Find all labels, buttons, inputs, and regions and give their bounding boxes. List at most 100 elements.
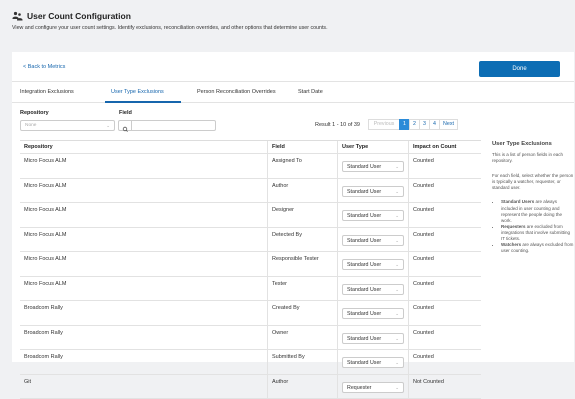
user-type-select[interactable]: Standard User ⌄ [342, 186, 404, 197]
impact-cell: Counted [408, 301, 481, 325]
impact-cell: Counted [408, 179, 481, 203]
repository-select[interactable]: None ⌄ [20, 120, 115, 131]
user-type-value: Standard User [347, 287, 381, 293]
pagination: Previous 1 2 3 4 Next [369, 119, 458, 130]
user-type-cell: Standard User ⌄ [337, 326, 408, 350]
impact-cell: Counted [408, 228, 481, 252]
field-cell: Owner [267, 326, 337, 350]
tab-user-type-exclusions[interactable]: User Type Exclusions [111, 89, 164, 95]
chevron-down-icon: ⌄ [395, 311, 399, 317]
chevron-down-icon: ⌄ [395, 385, 399, 391]
user-type-cell: Standard User ⌄ [337, 154, 408, 178]
table-row: Micro Focus ALMAuthor Standard User ⌄ Count… [20, 179, 481, 204]
page-subtitle: View and configure your user count setti… [12, 25, 328, 31]
table-row: Micro Focus ALMTester Standard User⌄ Count… [20, 277, 481, 302]
repository-cell: Micro Focus ALM [20, 252, 267, 276]
repository-cell: Micro Focus ALM [20, 179, 267, 203]
chevron-down-icon: ⌄ [395, 189, 399, 195]
user-type-cell: Requester⌄ [337, 375, 408, 399]
chevron-down-icon: ⌄ [395, 238, 399, 244]
user-type-cell: Standard User⌄ [337, 277, 408, 301]
field-search-input[interactable] [118, 120, 216, 131]
field-cell: Detected By [267, 228, 337, 252]
repository-cell: Micro Focus ALM [20, 228, 267, 252]
help-instruction: For each field, select whether the perso… [492, 173, 574, 192]
help-bullet: Requesters are excluded from integration… [501, 224, 574, 242]
result-summary: Result 1 - 10 of 39 [315, 122, 360, 128]
user-type-cell: Standard User ⌄ [337, 179, 408, 203]
user-type-value: Standard User [347, 213, 381, 219]
help-bullet: Standard Users are always included in us… [501, 199, 574, 223]
chevron-down-icon: ⌄ [395, 336, 399, 342]
tab-person-reconciliation-overrides[interactable]: Person Reconciliation Overrides [197, 89, 276, 95]
repository-cell: Micro Focus ALM [20, 203, 267, 227]
user-type-select[interactable]: Standard User ⌄ [342, 357, 404, 368]
chevron-down-icon: ⌄ [395, 213, 399, 219]
field-label: Field [119, 110, 132, 116]
page-title: User Count Configuration [27, 11, 131, 21]
pager-next[interactable]: Next [439, 119, 458, 130]
table-row: Broadcom RallyOwnerStandard User⌄Counted [20, 326, 481, 351]
page-header: User Count Configuration View and config… [0, 0, 575, 44]
title-row: User Count Configuration [12, 11, 131, 21]
table-row: Micro Focus ALMDetected By Standard User ⌄… [20, 228, 481, 253]
chevron-down-icon: ⌄ [395, 164, 399, 170]
done-button[interactable]: Done [479, 61, 560, 77]
column-header: Repository [20, 141, 267, 153]
back-to-metrics-link[interactable]: < Back to Metrics [23, 64, 65, 70]
impact-cell: Counted [408, 277, 481, 301]
chevron-down-icon: ⌄ [106, 123, 110, 129]
user-type-select[interactable]: Standard User⌄ [342, 284, 404, 295]
search-icon-box [119, 121, 132, 130]
tab-start-date[interactable]: Start Date [298, 89, 323, 95]
user-type-value: Standard User [347, 238, 381, 244]
repository-cell: Micro Focus ALM [20, 277, 267, 301]
table-row: Broadcom RallyCreated By Standard User ⌄ Co… [20, 301, 481, 326]
help-bullets: Standard Users are always included in us… [492, 199, 574, 254]
users-icon [12, 11, 23, 21]
search-icon [119, 125, 132, 134]
help-bullet: Watchers are always excluded from user c… [501, 242, 574, 254]
tab-bar: Integration Exclusions User Type Exclusi… [12, 82, 574, 103]
user-type-cell: Standard User ⌄ [337, 301, 408, 325]
impact-cell: Counted [408, 203, 481, 227]
table-row: Broadcom RallySubmitted ByStandard User⌄… [20, 350, 481, 375]
chevron-down-icon: ⌄ [395, 360, 399, 366]
user-type-select[interactable]: Standard User ⌄ [342, 161, 404, 172]
impact-cell: Counted [408, 154, 481, 178]
user-type-select[interactable]: Standard User⌄ [342, 259, 404, 270]
user-type-value: Standard User [347, 336, 381, 342]
table-header-row: Repository Field User Type Impact on Cou… [20, 141, 481, 154]
impact-cell: Counted [408, 252, 481, 276]
pager-previous[interactable]: Previous [368, 119, 400, 130]
table-row: Micro Focus ALMAssigned ToStandard User⌄… [20, 154, 481, 179]
config-panel: < Back to Metrics Done Integration Exclu… [12, 52, 574, 362]
user-type-value: Standard User [347, 164, 381, 170]
column-header: Field [267, 141, 337, 153]
user-type-cell: Standard User⌄ [337, 252, 408, 276]
field-cell: Created By [267, 301, 337, 325]
user-type-select[interactable]: Requester⌄ [342, 382, 404, 393]
user-type-value: Standard User [347, 311, 381, 317]
user-type-value: Standard User [347, 262, 381, 268]
impact-cell: Counted [408, 326, 481, 350]
user-type-select[interactable]: Standard User ⌄ [342, 308, 404, 319]
field-cell: Author [267, 179, 337, 203]
field-cell: Responsible Tester [267, 252, 337, 276]
help-title: User Type Exclusions [492, 141, 574, 147]
user-type-select[interactable]: Standard User ⌄ [342, 333, 404, 344]
field-cell: Assigned To [267, 154, 337, 178]
user-type-select[interactable]: Standard User ⌄ [342, 210, 404, 221]
user-type-cell: Standard User ⌄ [337, 228, 408, 252]
user-type-select[interactable]: Standard User ⌄ [342, 235, 404, 246]
user-type-value: Standard User [347, 189, 381, 195]
active-tab-indicator [105, 101, 181, 103]
tab-integration-exclusions[interactable]: Integration Exclusions [20, 89, 74, 95]
field-cell: Designer [267, 203, 337, 227]
help-intro: This is a list of person fields in each … [492, 152, 574, 165]
help-sidebar: User Type Exclusions This is a list of p… [492, 141, 574, 254]
user-type-value: Standard User [347, 360, 381, 366]
field-cell: Tester [267, 277, 337, 301]
user-type-cell: Standard User ⌄ [337, 203, 408, 227]
repository-cell: Broadcom Rally [20, 301, 267, 325]
